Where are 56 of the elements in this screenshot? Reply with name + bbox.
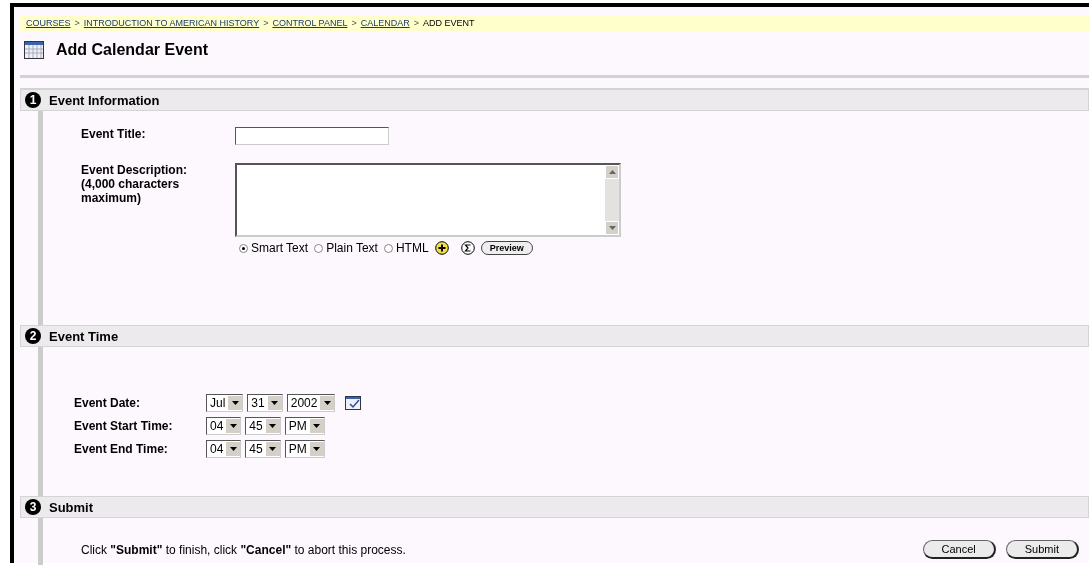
preview-button[interactable]: Preview [480, 241, 533, 255]
format-radio[interactable]: Plain Text [314, 241, 378, 255]
breadcrumb-link[interactable]: COURSES [26, 18, 71, 28]
step-number: 3 [25, 499, 41, 515]
dropdown[interactable]: PM [284, 416, 325, 435]
step-number: 1 [25, 92, 41, 108]
caret-icon[interactable] [320, 395, 335, 410]
caret-down-icon[interactable] [608, 226, 616, 230]
breadcrumb-separator: > [351, 18, 357, 28]
caret-icon[interactable] [228, 395, 243, 410]
breadcrumb-current: ADD EVENT [422, 18, 475, 28]
caret-icon[interactable] [265, 441, 280, 456]
dropdown[interactable]: Jul [206, 393, 244, 412]
caret-icon[interactable] [265, 418, 280, 433]
title-field[interactable] [235, 127, 389, 145]
breadcrumb-link[interactable]: INTRODUCTION TO AMERICAN HISTORY [83, 18, 260, 28]
field-label: Event Date: [74, 395, 142, 410]
action-button[interactable]: Submit [1005, 540, 1079, 559]
dropdown[interactable]: 45 [245, 439, 281, 458]
breadcrumb-link[interactable]: CALENDAR [360, 18, 410, 28]
calendar-icon [24, 41, 44, 59]
breadcrumb-separator: > [74, 18, 80, 28]
dropdown[interactable]: 04 [206, 439, 242, 458]
section-title: Event Time [49, 328, 119, 344]
field-label: Event Start Time: [74, 418, 174, 433]
dropdown[interactable]: 2002 [286, 393, 336, 412]
format-radio[interactable]: HTML [383, 241, 429, 255]
caret-icon[interactable] [226, 441, 241, 456]
description-field[interactable] [235, 163, 621, 237]
scrollbar[interactable] [605, 165, 619, 235]
plus-icon[interactable] [434, 241, 449, 255]
dropdown[interactable]: 45 [245, 416, 281, 435]
breadcrumb-separator: > [263, 18, 269, 28]
caret-icon[interactable] [226, 418, 241, 433]
calendar-picker-icon[interactable] [345, 395, 362, 410]
breadcrumb-separator: > [413, 18, 419, 28]
field-label: Event End Time: [74, 441, 169, 456]
field-label: Event Title: [81, 127, 147, 143]
instructions-text: Click "Submit" to finish, click "Cancel" to abort this process. [81, 542, 406, 557]
sigma-icon[interactable] [460, 241, 475, 255]
format-radio[interactable]: Smart Text [239, 241, 309, 255]
section-title: Submit [49, 499, 94, 515]
action-button[interactable]: Cancel [922, 540, 996, 559]
caret-up-icon[interactable] [608, 170, 616, 174]
step-number: 2 [25, 328, 41, 344]
page-title: Add Calendar Event [56, 41, 209, 59]
dropdown[interactable]: 04 [206, 416, 242, 435]
caret-icon[interactable] [267, 395, 282, 410]
field-note: (4,000 characters maximum) [81, 177, 181, 205]
caret-icon[interactable] [309, 441, 324, 456]
dropdown[interactable]: PM [284, 439, 325, 458]
breadcrumb-link[interactable]: CONTROL PANEL [272, 18, 348, 28]
section-title: Event Information [49, 92, 160, 108]
dropdown[interactable]: 31 [247, 393, 283, 412]
caret-icon[interactable] [309, 418, 324, 433]
field-label: Event Description: [81, 163, 189, 177]
